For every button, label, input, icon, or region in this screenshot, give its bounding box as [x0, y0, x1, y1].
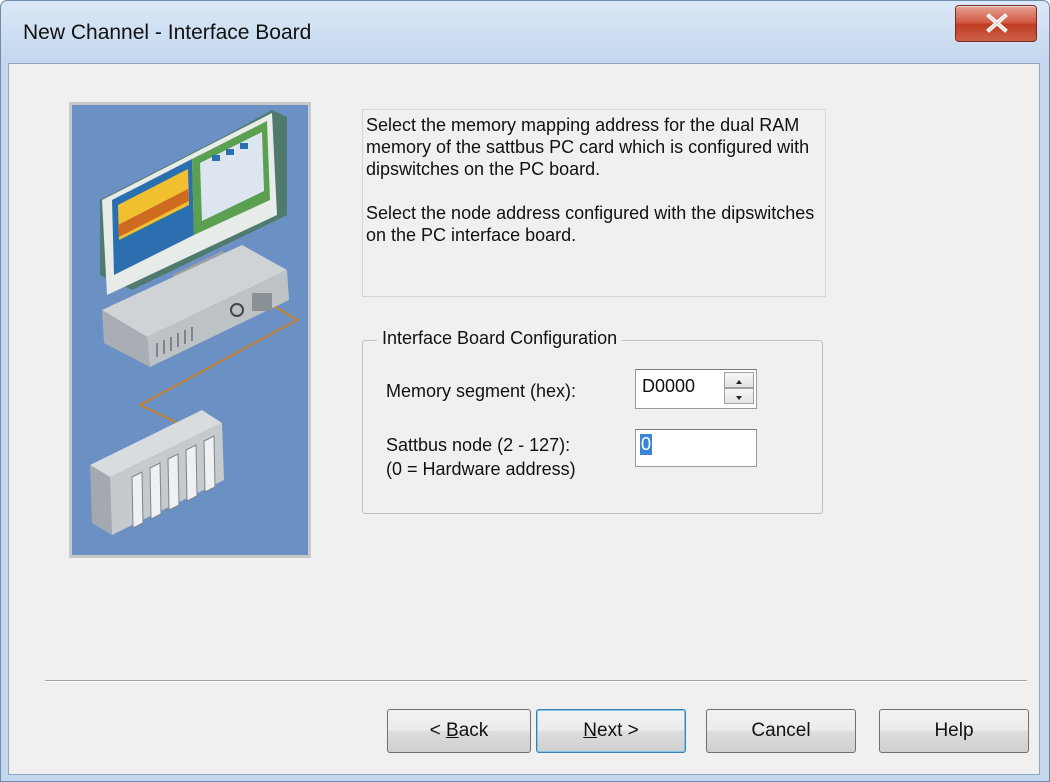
help-button-label: Help — [934, 720, 974, 741]
back-button-prefix: < — [429, 720, 447, 741]
close-button[interactable] — [955, 5, 1037, 42]
pc-network-illustration-graphic — [72, 105, 308, 555]
title-bar[interactable]: New Channel - Interface Board — [1, 1, 1049, 63]
sattbus-node-input[interactable]: 0 — [635, 429, 757, 467]
window-title: New Channel - Interface Board — [23, 21, 312, 44]
close-icon — [986, 13, 1008, 33]
next-button-label: ext > — [597, 720, 639, 741]
sattbus-node-label-line2: (0 = Hardware address) — [386, 459, 576, 479]
cancel-button-label: Cancel — [751, 720, 811, 741]
sattbus-node-value: 0 — [640, 434, 653, 455]
back-button[interactable]: < Back — [387, 709, 531, 753]
memory-segment-spinner[interactable] — [724, 372, 754, 406]
group-title: Interface Board Configuration — [377, 328, 623, 349]
spin-down-icon — [736, 396, 742, 400]
memory-segment-value: D0000 — [642, 376, 696, 396]
dialog-client-area: Select the memory mapping address for th… — [8, 63, 1040, 775]
sattbus-node-label-line1: Sattbus node (2 - 127): — [386, 435, 571, 455]
help-button[interactable]: Help — [879, 709, 1029, 753]
memory-segment-spinbox[interactable]: D0000 — [635, 369, 757, 409]
instruction-paragraph-2: Select the node address configured with … — [366, 203, 815, 245]
button-separator — [45, 680, 1027, 682]
next-button-accelerator: N — [583, 720, 597, 741]
back-button-label: ack — [458, 720, 489, 741]
next-button[interactable]: Next > — [536, 709, 686, 753]
spin-up-button[interactable] — [724, 372, 754, 388]
spin-up-icon — [736, 380, 742, 384]
memory-segment-label: Memory segment (hex): — [386, 381, 577, 401]
back-button-accelerator: B — [446, 720, 459, 741]
dialog-window: New Channel - Interface Board Select the… — [0, 0, 1050, 782]
spin-down-button[interactable] — [724, 388, 754, 404]
instruction-paragraph-1: Select the memory mapping address for th… — [366, 115, 810, 179]
instruction-text-panel: Select the memory mapping address for th… — [362, 109, 826, 297]
interface-board-configuration-group: Interface Board Configuration Memory seg… — [362, 328, 823, 514]
cancel-button[interactable]: Cancel — [706, 709, 856, 753]
pc-network-illustration — [69, 102, 311, 558]
